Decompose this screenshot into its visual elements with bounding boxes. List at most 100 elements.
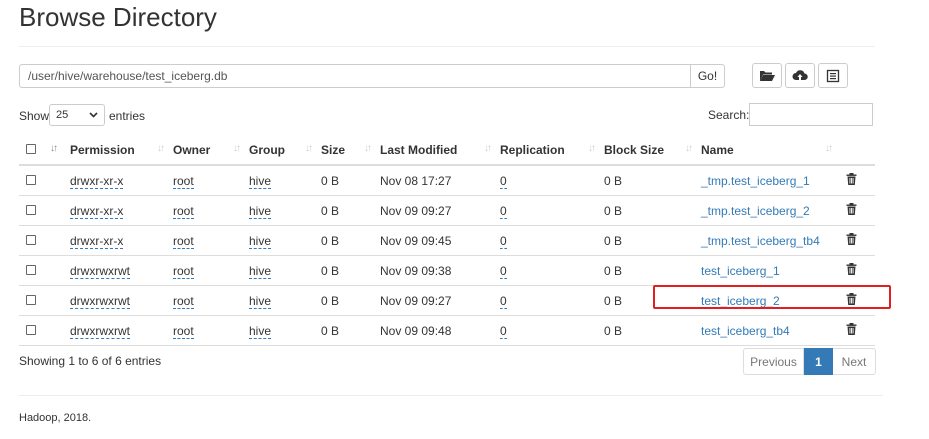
create-directory-button[interactable] [752,63,782,88]
row-checkbox[interactable] [26,264,36,275]
actions-cell [841,195,875,226]
search-input[interactable] [749,103,873,126]
replication-value[interactable]: 0 [500,173,507,189]
permission-value[interactable]: drwxrwxrwt [70,263,130,279]
column-last-modified[interactable]: Last Modified ↓↑ [380,136,500,166]
column-group[interactable]: Group ↓↑ [249,136,321,166]
sort-header[interactable]: ↓↑ [41,136,70,166]
block-size-value: 0 B [604,195,701,226]
sort-icon: ↓↑ [484,143,492,154]
permission-cell: drwxrwxrwt [70,255,173,286]
owner-value[interactable]: root [173,323,194,339]
row-checkbox[interactable] [26,294,36,305]
replication-value[interactable]: 0 [500,263,507,279]
page-title: Browse Directory [19,2,217,32]
file-name-link[interactable]: test_iceberg_tb4 [701,324,790,338]
delete-button[interactable] [846,203,857,218]
row-checkbox[interactable] [26,204,36,215]
owner-cell: root [173,285,249,316]
group-value[interactable]: hive [249,293,272,309]
column-owner-label: Owner [173,143,211,157]
select-all-checkbox[interactable] [26,144,36,154]
group-value[interactable]: hive [249,203,272,219]
file-name-link[interactable]: test_iceberg_1 [701,264,780,278]
row-spacer [41,255,70,286]
owner-value[interactable]: root [173,293,194,309]
file-name-link[interactable]: _tmp.test_iceberg_1 [701,174,810,188]
row-spacer [41,195,70,226]
column-permission-label: Permission [70,143,135,157]
permission-value[interactable]: drwxr-xr-x [70,203,124,219]
group-value[interactable]: hive [249,263,272,279]
search-label: Search: [708,108,750,122]
actions-cell [841,225,875,256]
row-checkbox[interactable] [26,324,36,335]
entries-select[interactable]: 25 [49,104,105,126]
previous-button[interactable]: Previous [743,348,804,375]
permission-value[interactable]: drwxrwxrwt [70,323,130,339]
permission-value[interactable]: drwxr-xr-x [70,173,124,189]
table-info: Showing 1 to 6 of 6 entries [19,354,162,368]
table-row: drwxr-xr-x root hive 0 B Nov 08 17:27 0 0 B _tm… [19,165,875,196]
replication-cell: 0 [500,315,604,346]
permission-value[interactable]: drwxrwxrwt [70,293,130,309]
group-value[interactable]: hive [249,233,272,249]
name-cell: _tmp.test_iceberg_tb4 [701,225,841,256]
cut-paste-button[interactable] [818,63,848,88]
block-size-value: 0 B [604,315,701,346]
column-size-label: Size [321,143,346,157]
table-row: drwxrwxrwt root hive 0 B Nov 09 09:48 0 0 Btes… [19,315,875,346]
trash-icon [846,233,857,248]
last-modified-value: Nov 09 09:38 [380,255,500,286]
upload-button[interactable] [785,63,815,88]
page-1-button[interactable]: 1 [804,348,833,375]
table-row: drwxr-xr-x root hive 0 B Nov 09 09:27 0 0 B _tm… [19,195,875,226]
row-checkbox[interactable] [26,234,36,245]
row-spacer [41,315,70,346]
owner-value[interactable]: root [173,233,194,249]
folder-open-icon [760,71,775,81]
column-permission[interactable]: Permission ↓↑ [70,136,173,166]
permission-value[interactable]: drwxr-xr-x [70,233,124,249]
group-value[interactable]: hive [249,173,272,189]
size-value: 0 B [321,315,380,346]
go-button[interactable]: Go! [690,64,725,88]
column-replication[interactable]: Replication ↓↑ [500,136,604,166]
delete-button[interactable] [846,233,857,248]
column-owner[interactable]: Owner ↓↑ [173,136,249,166]
column-block-size-label: Block Size [604,143,665,157]
next-button[interactable]: Next [833,348,876,375]
row-select-cell [19,195,41,226]
last-modified-value: Nov 09 09:27 [380,285,500,316]
row-select-cell [19,315,41,346]
file-name-link[interactable]: _tmp.test_iceberg_tb4 [701,234,820,248]
file-name-link[interactable]: _tmp.test_iceberg_2 [701,204,810,218]
owner-value[interactable]: root [173,263,194,279]
replication-cell: 0 [500,165,604,196]
column-replication-label: Replication [500,143,565,157]
column-size[interactable]: Size ↓↑ [321,136,380,166]
column-name[interactable]: Name ↓↑ [701,136,841,166]
replication-value[interactable]: 0 [500,293,507,309]
column-block-size[interactable]: Block Size ↓↑ [604,136,701,166]
name-cell: _tmp.test_iceberg_1 [701,165,841,196]
replication-value[interactable]: 0 [500,323,507,339]
replication-value[interactable]: 0 [500,233,507,249]
row-select-cell [19,285,41,316]
replication-value[interactable]: 0 [500,203,507,219]
delete-button[interactable] [846,323,857,338]
permission-cell: drwxrwxrwt [70,285,173,316]
path-input[interactable] [19,64,690,88]
row-spacer [41,165,70,196]
last-modified-value: Nov 09 09:27 [380,195,500,226]
actions-cell [841,255,875,286]
group-value[interactable]: hive [249,323,272,339]
name-cell: test_iceberg_1 [701,255,841,286]
delete-button[interactable] [846,173,857,188]
trash-icon [846,263,857,278]
trash-icon [846,203,857,218]
delete-button[interactable] [846,263,857,278]
owner-value[interactable]: root [173,173,194,189]
owner-value[interactable]: root [173,203,194,219]
row-checkbox[interactable] [26,174,36,185]
